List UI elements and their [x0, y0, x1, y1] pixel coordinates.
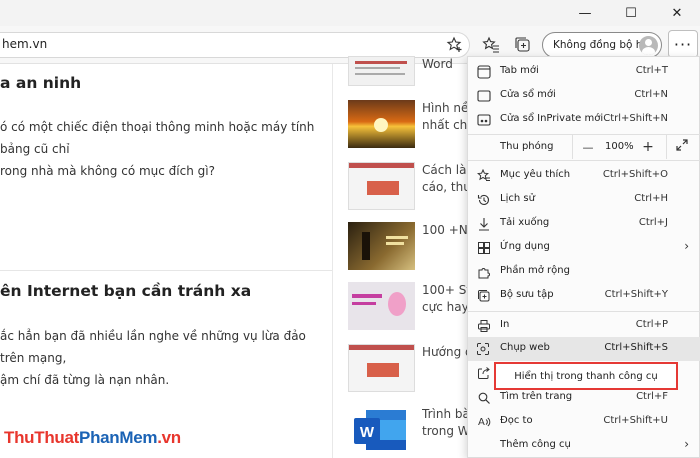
profile-button[interactable]: Không đồng bộ hóa	[542, 32, 662, 58]
article-title[interactable]: a an ninh	[0, 74, 332, 92]
word-logo-icon: W	[354, 410, 406, 450]
plus-icon: +	[642, 139, 654, 155]
collections-icon[interactable]	[510, 32, 536, 58]
fullscreen-button[interactable]	[672, 137, 692, 157]
sidebar-item[interactable]: Hình nềnnhất cho n	[348, 100, 468, 150]
zoom-value: 100%	[605, 141, 634, 152]
menu-item-collections[interactable]: Bộ sưu tập Ctrl+Shift+Y	[468, 284, 700, 308]
article-line: rong nhà mà không có mục đích gì?	[0, 164, 215, 178]
zoom-in-button[interactable]: +	[638, 137, 658, 157]
sidebar-item[interactable]: 100 +Nhữ	[348, 222, 468, 272]
menu-item-new-window[interactable]: Cửa sổ mới Ctrl+N	[468, 84, 700, 108]
article-1[interactable]: a an ninh ó có một chiếc điện thoại thôn…	[0, 74, 332, 182]
article-thumbnail	[348, 282, 415, 330]
menu-item-favorites[interactable]: Mục yêu thích Ctrl+Shift+O	[468, 164, 700, 188]
maximize-button[interactable]: ☐	[608, 0, 654, 26]
collections-menu-icon	[476, 288, 492, 304]
zoom-out-button[interactable]: —	[578, 137, 598, 157]
menu-item-more-tools[interactable]: Thêm công cụ ›	[468, 434, 700, 458]
sidebar-item[interactable]: W Trình bàytrong Word	[348, 406, 468, 456]
article-title[interactable]: ên Internet bạn cần tránh xa	[0, 282, 332, 300]
share-icon	[476, 365, 492, 381]
watermark-logo: ThuThuatPhanMem.vn	[4, 428, 181, 447]
url-text: hem.vn	[2, 37, 48, 51]
sidebar-text: Cách làmcáo, thuyế	[422, 163, 468, 194]
menu-separator	[468, 311, 700, 312]
menu-item-new-tab[interactable]: Tab mới Ctrl+T	[468, 60, 700, 84]
minimize-button[interactable]: —	[562, 0, 608, 26]
apps-icon	[476, 240, 492, 256]
minus-icon: —	[582, 140, 594, 154]
favorites-icon[interactable]	[478, 32, 504, 58]
favorites-star-icon	[476, 168, 492, 184]
add-favorite-icon[interactable]	[446, 36, 464, 58]
article-line: ậm chí đã từng là nạn nhân.	[0, 373, 170, 387]
menu-item-zoom: Thu phóng — 100% +	[468, 135, 700, 159]
svg-text:W: W	[360, 424, 375, 441]
maximize-icon: ☐	[625, 5, 637, 21]
sidebar-item[interactable]: Cách làmcáo, thuyế	[348, 162, 468, 212]
sidebar-text: 100+ Stt tcực hay	[422, 283, 468, 314]
menu-item-downloads[interactable]: Tải xuống Ctrl+J	[468, 212, 700, 236]
extensions-icon	[476, 264, 492, 280]
menu-item-read-aloud[interactable]: A Đọc to Ctrl+Shift+U	[468, 410, 700, 434]
zoom-label: Thu phóng	[500, 141, 554, 152]
word-thumbnail: W	[348, 406, 415, 454]
show-in-toolbar-option[interactable]: Hiển thị trong thanh công cụ	[494, 362, 678, 390]
new-tab-icon	[476, 64, 492, 80]
inprivate-icon	[476, 112, 492, 128]
more-dots-icon: ···	[673, 34, 693, 54]
sidebar-text: Word	[422, 57, 453, 71]
close-icon: ✕	[671, 5, 683, 21]
new-window-icon	[476, 88, 492, 104]
title-bar: — ☐ ✕	[0, 0, 700, 26]
read-aloud-icon: A	[476, 414, 492, 430]
minimize-icon: —	[578, 5, 592, 21]
menu-item-history[interactable]: Lịch sử Ctrl+H	[468, 188, 700, 212]
fullscreen-icon	[675, 138, 689, 156]
article-thumbnail	[348, 162, 415, 210]
sidebar-text: Hướng dẫ	[422, 345, 468, 359]
submenu-label: Hiển thị trong thanh công cụ	[514, 370, 658, 382]
print-icon	[476, 318, 492, 334]
menu-item-print[interactable]: In Ctrl+P	[468, 314, 700, 338]
sidebar-text: Hình nềnnhất cho n	[422, 101, 468, 132]
chevron-right-icon: ›	[684, 437, 689, 451]
column-divider	[332, 64, 333, 458]
menu-item-inprivate[interactable]: Cửa sổ InPrivate mới Ctrl+Shift+N	[468, 108, 700, 132]
sidebar-item[interactable]: Hướng dẫ	[348, 344, 468, 394]
settings-menu: Tab mới Ctrl+T Cửa sổ mới Ctrl+N Cửa sổ …	[467, 56, 700, 458]
sidebar-text: 100 +Nhữ	[422, 223, 468, 237]
article-thumbnail	[348, 100, 415, 148]
menu-item-web-capture[interactable]: Chụp web Ctrl+Shift+S	[468, 337, 700, 361]
chevron-right-icon: ›	[684, 239, 689, 253]
history-icon	[476, 192, 492, 208]
article-line: ó có một chiếc điện thoại thông minh hoặ…	[0, 120, 315, 156]
article-thumbnail	[348, 222, 415, 270]
download-icon	[476, 216, 492, 232]
avatar-icon	[639, 36, 658, 55]
find-icon	[476, 390, 492, 406]
article-divider	[0, 270, 332, 271]
sidebar-item[interactable]: 100+ Stt tcực hay	[348, 282, 468, 332]
article-thumbnail	[348, 344, 415, 392]
sidebar-text: Trình bàytrong Word	[422, 407, 468, 438]
settings-more-button[interactable]: ···	[668, 30, 698, 58]
web-capture-icon	[476, 341, 490, 360]
address-bar[interactable]: hem.vn	[0, 32, 470, 58]
menu-item-extensions[interactable]: Phần mở rộng	[468, 260, 700, 284]
close-button[interactable]: ✕	[654, 0, 700, 26]
sidebar-item[interactable]: Word	[348, 56, 468, 106]
article-thumbnail	[348, 56, 415, 86]
article-2[interactable]: ên Internet bạn cần tránh xa ắc hẳn bạn …	[0, 282, 332, 391]
menu-separator	[468, 160, 700, 161]
svg-text:A: A	[478, 417, 485, 428]
article-line: ắc hẳn bạn đã nhiều lần nghe về những vụ…	[0, 329, 306, 365]
menu-item-apps[interactable]: Ứng dụng ›	[468, 236, 700, 260]
